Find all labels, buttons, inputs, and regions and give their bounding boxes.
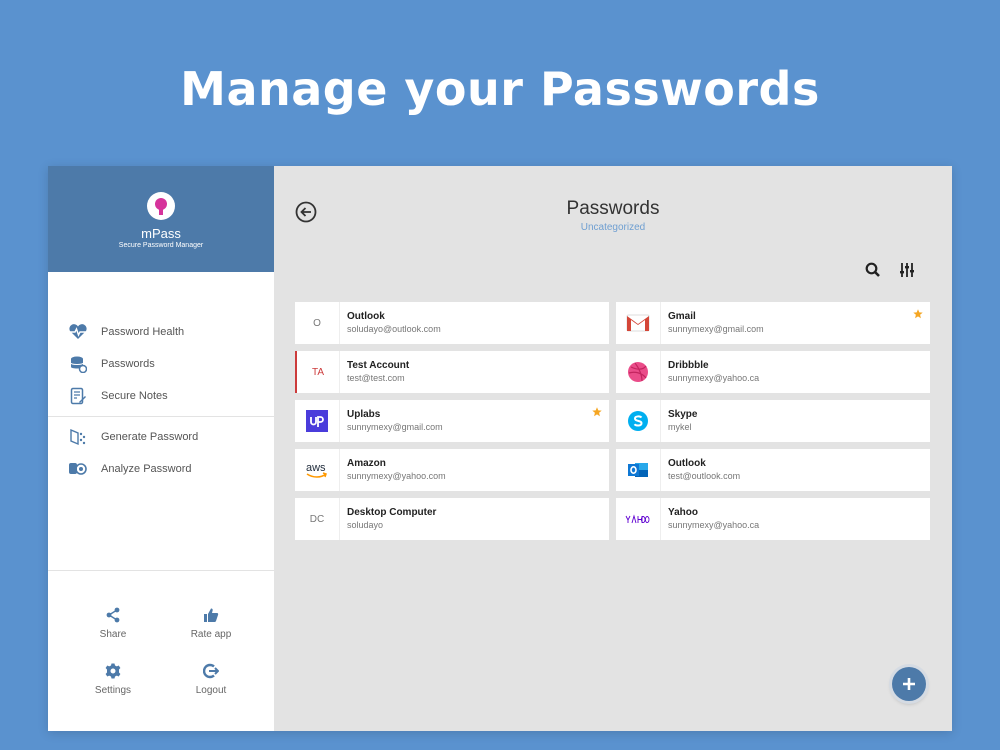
password-card-desktop-computer[interactable]: DC Desktop Computer soludayo (295, 498, 609, 540)
card-title: Outlook (347, 311, 385, 322)
sidebar-item-label: Generate Password (101, 431, 199, 443)
card-title: Yahoo (668, 507, 699, 518)
logout-button[interactable]: Logout (162, 662, 260, 696)
settings-label: Settings (94, 685, 132, 696)
sidebar-nav: Password Health Passwords Secure Notes G… (48, 272, 274, 485)
card-title: Outlook (668, 458, 706, 469)
password-card-outlook[interactable]: O Outlook soludayo@outlook.com (295, 302, 609, 344)
card-subtitle: sunnymexy@gmail.com (668, 324, 764, 334)
share-icon (105, 606, 121, 624)
add-password-button[interactable] (892, 667, 926, 701)
share-label: Share (99, 629, 127, 640)
note-icon (68, 386, 88, 406)
card-subtitle: test@outlook.com (668, 471, 741, 481)
star-icon[interactable] (913, 309, 923, 319)
yahoo-icon (616, 498, 661, 540)
card-title: Test Account (347, 360, 410, 371)
plus-icon (903, 678, 915, 690)
thumbs-up-icon (203, 606, 219, 624)
rate-app-label: Rate app (190, 629, 232, 640)
password-card-yahoo[interactable]: Yahoo sunnymexy@yahoo.ca (616, 498, 930, 540)
sidebar-item-secure-notes[interactable]: Secure Notes (48, 380, 274, 412)
skype-icon (616, 400, 661, 442)
sidebar-item-label: Password Health (101, 326, 185, 338)
logout-icon (203, 662, 219, 680)
main-panel: Passwords Uncategorized O Outlook soluday… (274, 166, 952, 731)
password-card-uplabs[interactable]: Uplabs sunnymexy@gmail.com (295, 400, 609, 442)
app-window: mPass Secure Password Manager Password H… (48, 166, 952, 731)
brand-header: mPass Secure Password Manager (48, 166, 274, 272)
star-icon[interactable] (592, 407, 602, 417)
card-subtitle: mykel (668, 422, 692, 432)
logout-label: Logout (195, 685, 227, 696)
card-subtitle: sunnymexy@yahoo.ca (668, 373, 760, 383)
card-title: Amazon (347, 458, 386, 469)
password-card-gmail[interactable]: Gmail sunnymexy@gmail.com (616, 302, 930, 344)
uplabs-icon (295, 400, 340, 442)
dribbble-icon (616, 351, 661, 393)
sidebar-actions: Share Rate app Settings Logout (64, 606, 260, 696)
search-button[interactable] (864, 261, 882, 279)
sidebar-divider (48, 570, 274, 571)
settings-button[interactable]: Settings (64, 662, 162, 696)
sidebar-item-label: Analyze Password (101, 463, 192, 475)
app-name: mPass (141, 226, 181, 241)
password-card-amazon[interactable]: aws Amazon sunnymexy@yahoo.com (295, 449, 609, 491)
search-icon (865, 262, 880, 277)
filter-button[interactable] (898, 261, 916, 279)
gmail-icon (616, 302, 661, 344)
gear-icon (105, 662, 121, 680)
sidebar-item-passwords[interactable]: Passwords (48, 348, 274, 380)
outlook-icon (616, 449, 661, 491)
card-subtitle: soludayo (347, 520, 384, 530)
nav-divider (48, 416, 274, 417)
sidebar-item-password-health[interactable]: Password Health (48, 316, 274, 348)
generate-icon (68, 427, 88, 447)
analyze-icon (68, 459, 88, 479)
share-button[interactable]: Share (64, 606, 162, 640)
card-title: Gmail (668, 311, 696, 322)
card-subtitle: sunnymexy@gmail.com (347, 422, 443, 432)
card-subtitle: sunnymexy@yahoo.com (347, 471, 446, 481)
password-card-skype[interactable]: Skype mykel (616, 400, 930, 442)
password-card-dribbble[interactable]: Dribbble sunnymexy@yahoo.ca (616, 351, 930, 393)
app-tagline: Secure Password Manager (118, 242, 204, 249)
password-list: O Outlook soludayo@outlook.com Gmail sunny… (295, 302, 930, 540)
sidebar: mPass Secure Password Manager Password H… (48, 166, 274, 731)
category-subtitle[interactable]: Uncategorized (274, 222, 952, 233)
page-title: Passwords (566, 198, 660, 219)
card-subtitle: soludayo@outlook.com (347, 324, 441, 334)
card-subtitle: sunnymexy@yahoo.ca (668, 520, 760, 530)
card-title: Dribbble (668, 360, 709, 371)
sidebar-item-label: Secure Notes (101, 390, 168, 402)
initials-avatar: TA (295, 351, 340, 393)
rate-app-button[interactable]: Rate app (162, 606, 260, 640)
sidebar-item-label: Passwords (101, 358, 155, 370)
svg-text:aws: aws (306, 462, 326, 474)
initials-avatar: DC (295, 498, 340, 540)
password-card-outlook-2[interactable]: Outlook test@outlook.com (616, 449, 930, 491)
app-logo-icon (147, 192, 175, 220)
sidebar-item-analyze-password[interactable]: Analyze Password (48, 453, 274, 485)
password-card-test-account[interactable]: TA Test Account test@test.com (295, 351, 609, 393)
card-title: Uplabs (347, 409, 381, 420)
card-title: Desktop Computer (347, 507, 437, 518)
card-subtitle: test@test.com (347, 373, 405, 383)
sidebar-item-generate-password[interactable]: Generate Password (48, 421, 274, 453)
database-icon (68, 354, 88, 374)
sliders-icon (900, 263, 914, 277)
card-title: Skype (668, 409, 698, 420)
amazon-icon: aws (295, 449, 340, 491)
page-headline: Manage your Passwords (180, 62, 820, 116)
heart-pulse-icon (68, 322, 88, 342)
initials-avatar: O (295, 302, 340, 344)
